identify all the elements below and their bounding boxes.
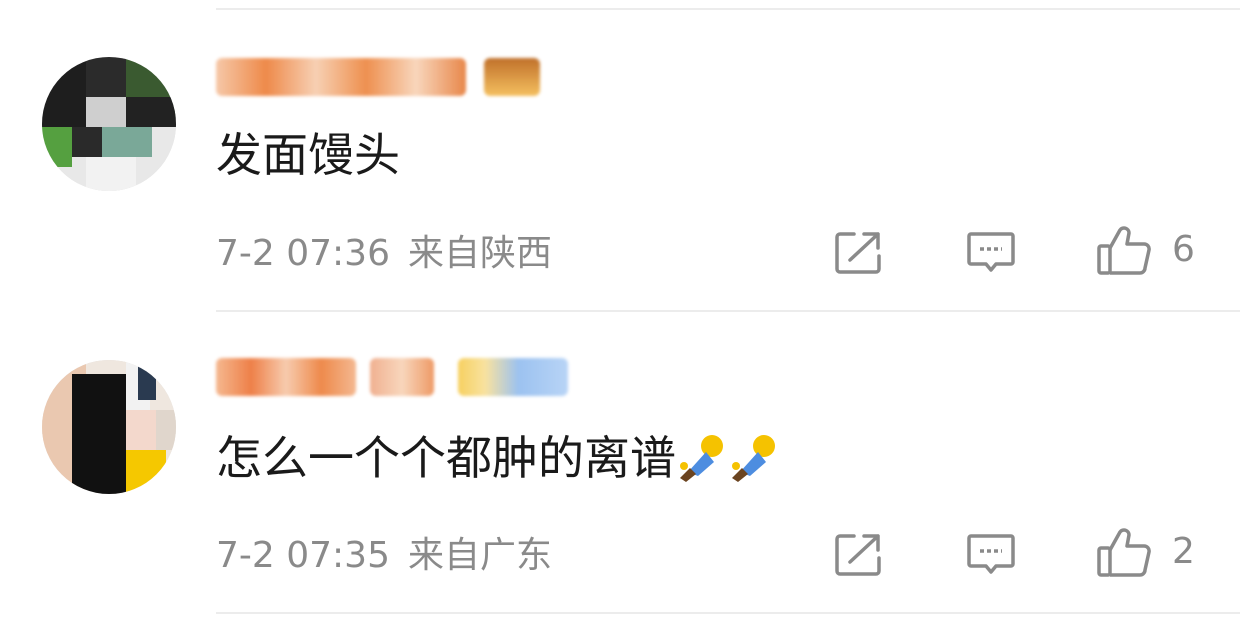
comment-text: 发面馒头 (216, 128, 400, 182)
comment-item: 怎么一个个都肿的离谱 7-2 07:35 来自广东 2 (0, 302, 1240, 602)
divider (216, 612, 1240, 614)
like-count: 6 (1172, 229, 1195, 270)
comment-item: 发面馒头 7-2 07:36 来自陕西 6 (0, 0, 1240, 300)
comment-icon (967, 232, 1015, 272)
thumbs-up-icon (1097, 528, 1151, 577)
username-blur (216, 352, 576, 402)
username-blur (216, 52, 576, 102)
comment-location: 来自广东 (408, 535, 553, 576)
comment-list: 发面馒头 7-2 07:36 来自陕西 6 怎么一个个都肿的离谱 7-2 07:… (0, 0, 1240, 622)
hug-emoji (732, 435, 775, 482)
avatar[interactable] (42, 57, 176, 191)
share-icon (835, 232, 881, 274)
like-button[interactable]: 6 (1096, 224, 1195, 276)
comment-button[interactable] (966, 532, 1016, 578)
comment-button[interactable] (966, 230, 1016, 276)
comment-text-body: 怎么一个个都肿的离谱 (216, 431, 676, 485)
like-count: 2 (1172, 531, 1195, 572)
comment-icon (967, 534, 1015, 574)
hug-emoji (680, 435, 723, 482)
comment-time: 7-2 07:35 (216, 535, 390, 576)
share-icon (835, 534, 881, 576)
comment-meta: 7-2 07:35 来自广东 (216, 532, 552, 580)
avatar[interactable] (42, 360, 176, 494)
like-button[interactable]: 2 (1096, 526, 1195, 578)
comment-text: 怎么一个个都肿的离谱 (216, 428, 780, 488)
thumbs-up-icon (1097, 226, 1151, 275)
comment-meta: 7-2 07:36 来自陕西 (216, 230, 552, 278)
comment-location: 来自陕西 (408, 233, 553, 274)
share-button[interactable] (834, 230, 884, 276)
share-button[interactable] (834, 532, 884, 578)
comment-time: 7-2 07:36 (216, 233, 390, 274)
